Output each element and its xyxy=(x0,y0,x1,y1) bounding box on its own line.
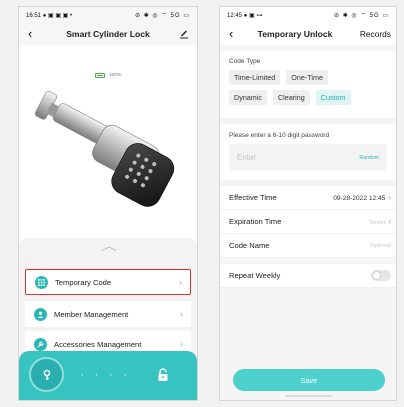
nav-bar: ‹ Temporary Unlock Records xyxy=(220,23,396,45)
code-name-row[interactable]: Code Name Optional xyxy=(220,234,396,258)
battery-icon xyxy=(95,73,105,78)
chevron-up-icon[interactable] xyxy=(101,246,117,251)
right-phone-screen: 12:45 ● ▣ ⊶ ⊘ ✱ ◎ ⌔ 5G ▭ ‹ Temporary Unl… xyxy=(219,6,397,401)
chip-one-time[interactable]: One-Time xyxy=(286,70,328,85)
repeat-section: Repeat Weekly xyxy=(220,264,396,288)
code-type-section: Code Type Time-Limited One-Time Dynamic … xyxy=(220,51,396,118)
random-button[interactable]: Random xyxy=(359,155,379,161)
wrench-icon xyxy=(34,337,47,351)
repeat-weekly-label: Repeat Weekly xyxy=(229,271,281,280)
key-icon xyxy=(43,369,50,380)
password-label: Please enter a 6-10 digit password xyxy=(229,132,330,139)
home-indicator xyxy=(285,395,333,397)
chip-row: Time-Limited One-Time xyxy=(229,70,387,85)
back-icon[interactable]: ‹ xyxy=(229,23,233,45)
code-name-label: Code Name xyxy=(229,241,270,250)
effective-time-label: Effective Time xyxy=(229,193,277,202)
chip-clearing[interactable]: Clearing xyxy=(272,90,310,105)
grid-icon xyxy=(35,275,48,289)
save-button[interactable]: Save xyxy=(233,369,385,391)
time-settings-section: Effective Time 09-28-2022 12:45 › Expirat… xyxy=(220,186,396,258)
status-time: 16:51 xyxy=(26,12,42,19)
menu-label: Member Management xyxy=(54,309,129,319)
code-name-input[interactable]: Optional xyxy=(370,243,391,249)
unlock-slider-bar: › › › › xyxy=(19,351,197,400)
edit-icon[interactable] xyxy=(179,28,189,39)
repeat-weekly-row: Repeat Weekly xyxy=(220,264,396,288)
effective-time-value: 09-28-2022 12:45 xyxy=(333,195,386,202)
battery-indicator: 100% xyxy=(95,73,121,78)
status-bar: 16:51 ● ▣ ▣ ▣ • ⊘ ✱ ◎ ⌔ 5G ▭ xyxy=(19,7,197,23)
code-type-label: Code Type xyxy=(229,58,261,65)
row-value-group: 09-28-2022 12:45 › xyxy=(333,193,391,202)
chip-dynamic[interactable]: Dynamic xyxy=(229,90,267,105)
battery-percent: 100% xyxy=(109,73,122,78)
notification-icons: ● ▣ ▣ ▣ • xyxy=(42,12,73,19)
expiration-time-row[interactable]: Expiration Time Select › xyxy=(220,210,396,234)
chip-time-limited[interactable]: Time-Limited xyxy=(229,70,281,85)
left-phone-screen: 16:51 ● ▣ ▣ ▣ • ⊘ ✱ ◎ ⌔ 5G ▭ ‹ Smart Cyl… xyxy=(18,6,198,401)
notification-icons: ● ▣ ⊶ xyxy=(243,12,263,19)
unlock-icon xyxy=(158,368,168,381)
person-icon xyxy=(34,307,47,321)
status-time-group: 16:51 ● ▣ ▣ ▣ • xyxy=(26,12,72,19)
chevron-right-icon: › xyxy=(180,339,183,349)
chevron-right-icon: › xyxy=(388,217,391,226)
status-time-group: 12:45 ● ▣ ⊶ xyxy=(227,12,262,19)
nav-bar: ‹ Smart Cylinder Lock xyxy=(19,23,197,45)
back-icon[interactable]: ‹ xyxy=(28,23,32,45)
repeat-weekly-toggle[interactable] xyxy=(371,270,391,281)
status-bar: 12:45 ● ▣ ⊶ ⊘ ✱ ◎ ⌔ 5G ▭ xyxy=(220,7,396,23)
menu-item-temporary-code[interactable]: Temporary Code › xyxy=(25,269,191,295)
records-button[interactable]: Records xyxy=(360,29,391,39)
chevron-right-icon: › xyxy=(179,277,182,287)
expiration-time-value: Select xyxy=(369,220,386,226)
password-input[interactable]: Enter Random xyxy=(229,144,387,171)
menu-label: Accessories Management xyxy=(54,339,142,349)
chip-custom[interactable]: Custom xyxy=(315,90,351,105)
menu-item-member-management[interactable]: Member Management › xyxy=(25,301,191,327)
password-section: Please enter a 6-10 digit password Enter… xyxy=(220,124,396,180)
system-icons: ⊘ ✱ ◎ ⌔ 5G ▭ xyxy=(334,13,389,19)
status-time: 12:45 xyxy=(227,12,243,19)
password-placeholder: Enter xyxy=(237,153,257,162)
menu-label: Temporary Code xyxy=(55,277,112,287)
chevron-right-icon: › xyxy=(180,309,183,319)
row-value-group: Select › xyxy=(370,217,391,226)
chevron-right-icon: › xyxy=(388,193,391,202)
slide-key-handle[interactable] xyxy=(29,357,64,392)
page-title: Smart Cylinder Lock xyxy=(66,29,150,39)
expiration-time-label: Expiration Time xyxy=(229,217,282,226)
menu-drawer: Temporary Code › Member Management › Acc… xyxy=(19,238,197,400)
chip-row: Dynamic Clearing Custom xyxy=(229,90,387,105)
effective-time-row[interactable]: Effective Time 09-28-2022 12:45 › xyxy=(220,186,396,210)
system-icons: ⊘ ✱ ◎ ⌔ 5G ▭ xyxy=(135,13,190,19)
toggle-knob xyxy=(372,271,381,280)
lock-product-image xyxy=(34,90,175,207)
slide-arrows: › › › › xyxy=(81,372,132,379)
